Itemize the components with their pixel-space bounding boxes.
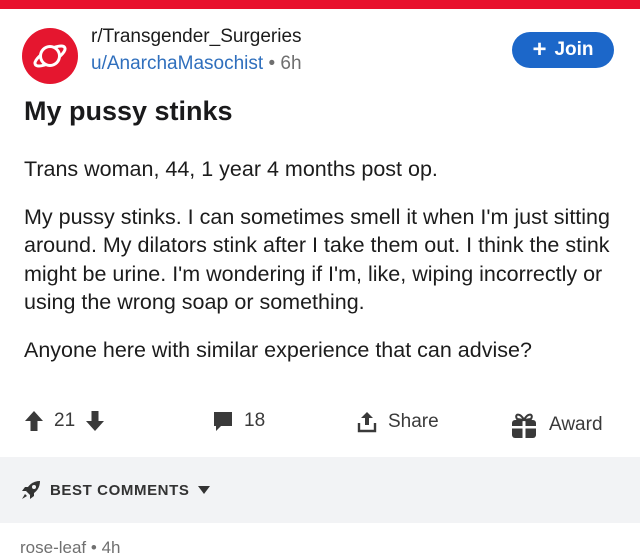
post-action-bar: 21 18 Share Award [0,404,640,444]
post-body: Trans woman, 44, 1 year 4 months post op… [24,155,614,383]
subreddit-name[interactable]: r/Transgender_Surgeries [91,26,302,48]
award-label: Award [549,414,603,435]
post-body-paragraph: Anyone here with similar experience that… [24,337,532,362]
share-button[interactable]: Share [356,410,439,434]
author-name[interactable]: u/AnarchaMasochist [91,53,263,74]
post-body-paragraph: Trans woman, 44, 1 year 4 months post op… [24,157,438,181]
separator-dot: • [90,538,97,557]
sort-label: BEST COMMENTS [50,481,190,499]
award-button[interactable]: Award [509,410,603,440]
share-icon [357,412,377,433]
comment-icon [214,412,232,431]
subreddit-planet-icon[interactable] [22,28,78,84]
upvote-icon[interactable] [24,410,44,432]
join-button[interactable]: + Join [512,32,614,68]
share-label: Share [388,411,439,432]
separator-dot: • [268,53,276,74]
comment-author[interactable]: rose-leaf [20,538,86,557]
post-body-paragraph: My pussy stinks. I can sometimes smell i… [24,204,610,315]
caret-down-icon [198,486,211,494]
rocket-icon [22,481,40,499]
join-label: Join [554,39,594,60]
comment-meta: rose-leaf • 4h [20,538,120,558]
comments-section-strip: BEST COMMENTS [0,457,640,523]
vote-control: 21 [24,410,105,432]
comment-time: 4h [101,538,121,557]
gift-icon [512,413,536,438]
plus-icon: + [532,36,547,63]
post-title: My pussy stinks [24,96,233,126]
sort-comments-dropdown[interactable]: BEST COMMENTS [20,479,211,501]
post-time: 6h [280,53,302,74]
top-accent-bar [0,0,640,9]
author-line: u/AnarchaMasochist • 6h [91,53,302,75]
vote-score: 21 [54,410,76,431]
comment-count: 18 [244,410,266,431]
comments-button[interactable]: 18 [212,410,265,432]
downvote-icon[interactable] [85,410,105,432]
